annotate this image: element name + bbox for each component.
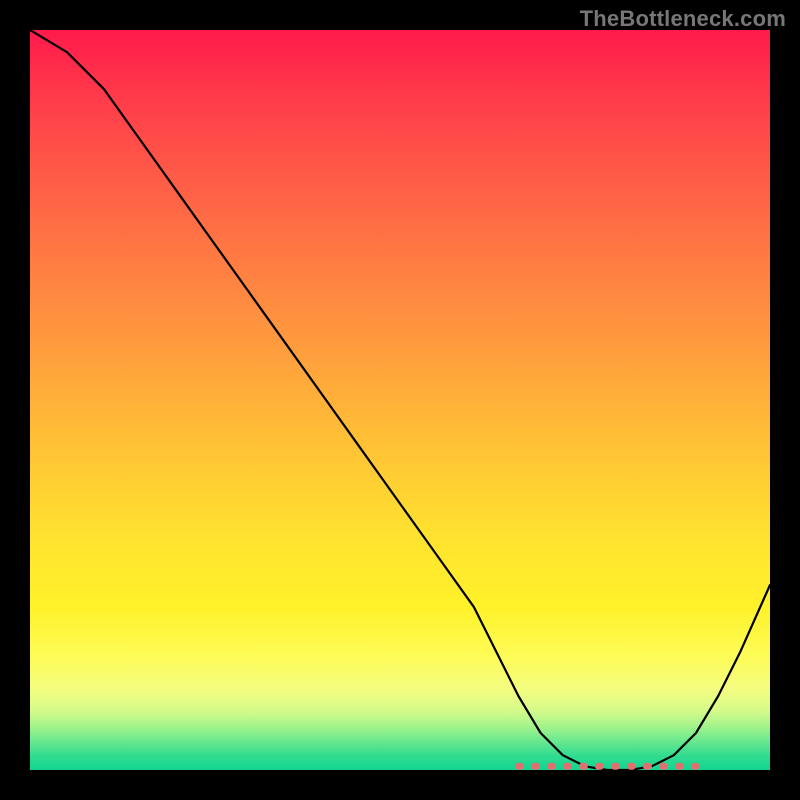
- chart-frame: TheBottleneck.com: [0, 0, 800, 800]
- watermark-text: TheBottleneck.com: [580, 6, 786, 32]
- bottleneck-curve: [30, 30, 770, 770]
- chart-svg: [30, 30, 770, 770]
- plot-area: [30, 30, 770, 770]
